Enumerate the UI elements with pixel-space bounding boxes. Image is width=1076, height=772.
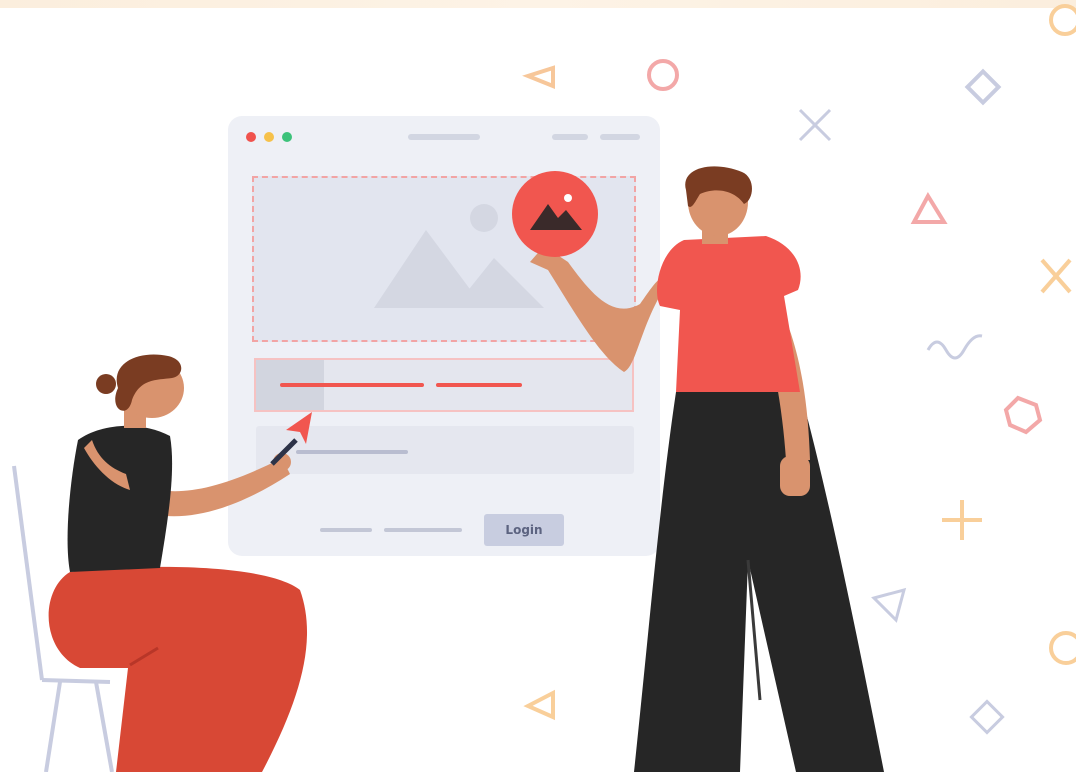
red-shirt bbox=[657, 236, 801, 392]
black-trousers bbox=[634, 390, 884, 772]
image-icon bbox=[512, 171, 598, 257]
cursor-arrow-icon bbox=[286, 412, 312, 444]
characters-layer bbox=[12, 166, 884, 772]
standing-man bbox=[530, 166, 884, 772]
raised-arm bbox=[530, 246, 664, 372]
illustration-scene: Login bbox=[0, 0, 1076, 772]
black-top bbox=[67, 425, 173, 572]
seated-woman bbox=[48, 354, 308, 772]
red-skirt bbox=[48, 566, 308, 772]
